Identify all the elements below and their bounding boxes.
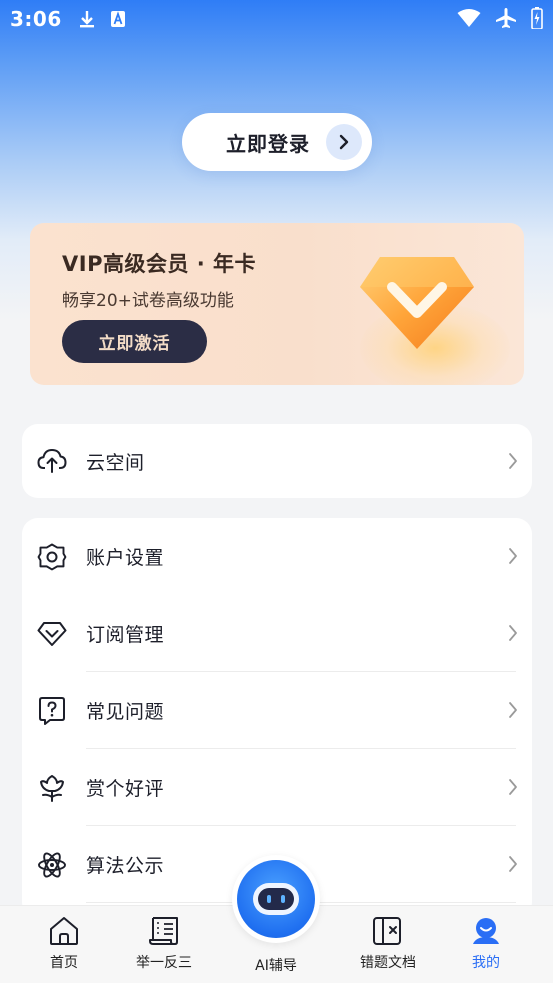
menu-item-rate[interactable]: 赏个好评 xyxy=(22,749,532,826)
flower-icon xyxy=(36,773,68,803)
vip-subtitle: 畅享20+试卷高级功能 xyxy=(62,291,234,311)
diamond-icon xyxy=(36,619,68,649)
atom-icon xyxy=(36,850,68,880)
tab-mistakes[interactable]: 错题文档 xyxy=(348,916,428,972)
menu-item-label: 常见问题 xyxy=(86,701,165,723)
menu-item-label: 订阅管理 xyxy=(86,624,165,646)
menu-item-cloud[interactable]: 云空间 xyxy=(22,424,532,498)
menu-item-label: 算法公示 xyxy=(86,855,165,877)
chevron-right-icon xyxy=(326,124,362,160)
chevron-right-icon xyxy=(509,548,517,564)
chevron-right-icon xyxy=(509,779,517,795)
menu-item-faq[interactable]: 常见问题 xyxy=(22,672,532,749)
status-bar: 3:06 xyxy=(0,0,553,38)
menu-item-label: 账户设置 xyxy=(86,547,165,569)
tab-label: 错题文档 xyxy=(360,955,416,971)
status-time: 3:06 xyxy=(10,7,62,31)
vip-activate-button[interactable]: 立即激活 xyxy=(62,320,207,363)
vip-title: VIP高级会员 · 年卡 xyxy=(62,252,257,276)
vip-card[interactable]: VIP高级会员 · 年卡 畅享20+试卷高级功能 立即激活 xyxy=(30,223,524,385)
login-button[interactable]: 立即登录 xyxy=(182,113,372,171)
tab-label: 举一反三 xyxy=(136,955,192,971)
ai-robot-icon xyxy=(237,860,315,938)
cloud-card: 云空间 xyxy=(22,424,532,498)
a-square-icon xyxy=(110,11,125,27)
gear-icon xyxy=(36,542,68,572)
tab-label: 我的 xyxy=(472,955,500,971)
tab-mine[interactable]: 我的 xyxy=(446,916,526,972)
menu-item-account-settings[interactable]: 账户设置 xyxy=(22,518,532,595)
chevron-right-icon xyxy=(509,702,517,718)
tab-home[interactable]: 首页 xyxy=(24,916,104,972)
menu-item-label: 云空间 xyxy=(86,451,145,474)
tab-label: AI辅导 xyxy=(255,958,297,974)
home-icon xyxy=(50,917,78,945)
chevron-right-icon xyxy=(509,625,517,641)
menu-item-label: 赏个好评 xyxy=(86,778,165,800)
tab-similar[interactable]: 举一反三 xyxy=(124,916,204,972)
menu-item-subscription[interactable]: 订阅管理 xyxy=(22,595,532,672)
tab-label: 首页 xyxy=(50,955,78,971)
login-label: 立即登录 xyxy=(226,131,310,156)
scroll-list-icon xyxy=(149,917,178,945)
question-icon xyxy=(36,696,68,726)
mistake-doc-icon xyxy=(373,917,401,945)
vip-diamond-icon xyxy=(360,257,474,349)
battery-icon xyxy=(531,7,543,29)
tab-ai-tutor[interactable] xyxy=(232,855,320,943)
airplane-icon xyxy=(496,8,516,28)
wifi-icon xyxy=(457,9,481,27)
cloud-upload-icon xyxy=(36,446,68,476)
download-icon xyxy=(79,11,94,28)
chevron-right-icon xyxy=(509,453,517,469)
user-icon xyxy=(473,918,499,944)
chevron-right-icon xyxy=(509,856,517,872)
